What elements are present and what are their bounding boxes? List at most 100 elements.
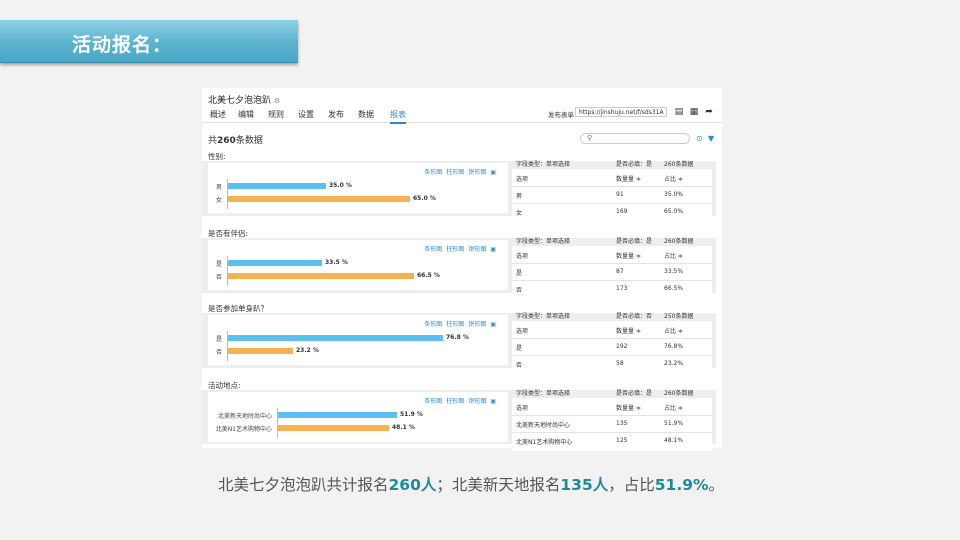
table-header-row: 选项 数量量 ≑ 占比 ≑: [512, 321, 712, 339]
header-count[interactable]: 数量量 ≑: [616, 174, 641, 183]
chart-type-link[interactable]: 柱形图: [446, 321, 464, 328]
chart-type-link[interactable]: 条形图: [424, 246, 442, 253]
tab-5[interactable]: 发布: [328, 109, 344, 120]
cell-count: 125: [616, 437, 628, 444]
settings-gear-icon[interactable]: ⚙: [274, 97, 280, 105]
bar: [278, 412, 397, 418]
refresh-icon[interactable]: ⊙: [696, 134, 703, 143]
cell-option: 否: [516, 287, 523, 294]
bar-row: 北美新天地时尚中心 51.9 %: [208, 411, 508, 420]
bar-row: 男 35.0 %: [208, 182, 508, 191]
save-icon[interactable]: ▣: [490, 169, 496, 176]
header-ratio[interactable]: 占比 ≑: [664, 251, 683, 260]
bar: [228, 196, 410, 202]
copy-icon[interactable]: ▤: [674, 107, 684, 117]
table-row: 北美新天地时尚中心 135 51.9%: [512, 415, 712, 433]
publish-url-field[interactable]: https://jinshuju.net/f/sds31A: [575, 107, 667, 117]
chart-type-link[interactable]: 柱形图: [446, 246, 464, 253]
caption-highlight: 135人: [560, 476, 609, 494]
cell-ratio: 66.5%: [664, 285, 684, 292]
save-icon[interactable]: ▣: [490, 246, 496, 253]
cell-option: 北美N1艺术购物中心: [516, 439, 573, 446]
header-option: 选项: [516, 253, 529, 260]
share-icon[interactable]: ➦: [704, 107, 714, 117]
response-count: 260条数据: [664, 390, 694, 397]
bar-label: 否: [215, 274, 222, 281]
report-screenshot: 北美七夕泡泡趴 ⚙ 概述 编辑 规则 设置 发布 数据 报表 发布表单 https://ji…: [202, 88, 722, 451]
tab-7[interactable]: 报表: [390, 109, 406, 124]
chart-type-link[interactable]: 饼形图: [468, 169, 486, 176]
tab-4[interactable]: 设置: [298, 109, 314, 120]
chart-type-link[interactable]: 条形图: [424, 398, 442, 405]
tab-6[interactable]: 数据: [358, 109, 374, 120]
save-icon[interactable]: ▣: [490, 398, 496, 405]
caption-text: 北美七夕泡泡趴共计报名: [218, 476, 389, 494]
header-ratio[interactable]: 占比 ≑: [664, 174, 683, 183]
table-row: 否 173 66.5%: [512, 280, 712, 297]
caption-text: ，占比: [608, 476, 655, 494]
bar-value-label: 65.0 %: [413, 195, 436, 202]
chart-type-link[interactable]: 饼形图: [468, 246, 486, 253]
response-count: 260条数据: [664, 238, 694, 245]
cell-ratio: 23.2%: [664, 360, 684, 367]
bar-chart: 条形图 柱形图 饼形图 ▣ 男 35.0 % 女 65.0 %: [208, 163, 508, 213]
cell-ratio: 76.8%: [664, 343, 684, 350]
slide-title-banner: 活动报名：: [0, 20, 298, 63]
question-panel: 条形图 柱形图 饼形图 ▣ 是 33.5 % 否 66.5 % 字段类型：单项选择 是否必填：是 2…: [202, 238, 716, 299]
chart-type-link[interactable]: 条形图: [424, 169, 442, 176]
cell-ratio: 35.0%: [664, 191, 684, 198]
header-count[interactable]: 数量量 ≑: [616, 326, 641, 335]
bar-value-label: 66.5 %: [417, 272, 440, 279]
tab-1[interactable]: 概述: [210, 109, 226, 120]
tab-2[interactable]: 编辑: [238, 109, 254, 120]
header-option: 选项: [516, 176, 529, 183]
slide-title: 活动报名：: [72, 34, 173, 56]
header-count[interactable]: 数量量 ≑: [616, 251, 641, 260]
bar-label: 女: [215, 197, 222, 204]
header-ratio[interactable]: 占比 ≑: [664, 403, 683, 412]
save-icon[interactable]: ▣: [490, 321, 496, 328]
cell-count: 169: [616, 208, 628, 215]
header-ratio[interactable]: 占比 ≑: [664, 326, 683, 335]
bar-value-label: 48.1 %: [392, 424, 415, 431]
bar-row: 否 23.2 %: [208, 347, 508, 356]
bar: [278, 425, 389, 431]
response-count: 260条数据: [664, 161, 694, 168]
chart-type-link[interactable]: 饼形图: [468, 398, 486, 405]
cell-count: 135: [616, 420, 628, 427]
required-flag: 是否必填：是: [616, 238, 653, 245]
question-section: 是否有伴侣: 条形图 柱形图 饼形图 ▣ 是 33.5 % 否 66.5 % 字段类型：单项选择是…: [202, 228, 722, 299]
chart-type-link[interactable]: 饼形图: [468, 321, 486, 328]
caption-text: 。: [708, 476, 725, 494]
bar-row: 否 66.5 %: [208, 272, 508, 281]
table-row: 女 169 65.0%: [512, 203, 712, 220]
cell-ratio: 65.0%: [664, 208, 684, 215]
cell-ratio: 48.1%: [664, 437, 684, 444]
bar: [228, 183, 326, 189]
bar-value-label: 33.5 %: [325, 259, 348, 266]
tab-3[interactable]: 规则: [268, 109, 284, 120]
cell-option: 是: [516, 345, 523, 352]
chart-type-links: 条形图 柱形图 饼形图 ▣: [420, 244, 496, 253]
bar-label: 男: [215, 184, 222, 191]
bar-row: 是 33.5 %: [208, 259, 508, 268]
bar-label: 北美新天地时尚中心: [217, 413, 272, 420]
chart-type-links: 条形图 柱形图 饼形图 ▣: [420, 319, 496, 328]
qrcode-icon[interactable]: ▦: [689, 107, 699, 117]
bar-label: 否: [215, 349, 222, 356]
header-count[interactable]: 数量量 ≑: [616, 403, 641, 412]
search-input[interactable]: ⚲: [580, 133, 690, 144]
chart-type-link[interactable]: 条形图: [424, 321, 442, 328]
filter-icon[interactable]: ▼: [708, 134, 714, 143]
bar-chart: 条形图 柱形图 饼形图 ▣ 是 76.8 % 否 23.2 %: [208, 315, 508, 365]
header-option: 选项: [516, 405, 529, 412]
field-type: 字段类型：单项选择: [516, 161, 571, 168]
cell-ratio: 51.9%: [664, 420, 684, 427]
stats-table: 选项 数量量 ≑ 占比 ≑ 是 87 33.5% 否 173 66.5%: [512, 246, 712, 299]
cell-count: 192: [616, 343, 628, 350]
required-flag: 是否必填：是: [616, 390, 653, 397]
table-header-row: 选项 数量量 ≑ 占比 ≑: [512, 246, 712, 264]
bar-row: 北美N1艺术购物中心 48.1 %: [208, 424, 508, 433]
chart-type-link[interactable]: 柱形图: [446, 398, 464, 405]
chart-type-link[interactable]: 柱形图: [446, 169, 464, 176]
